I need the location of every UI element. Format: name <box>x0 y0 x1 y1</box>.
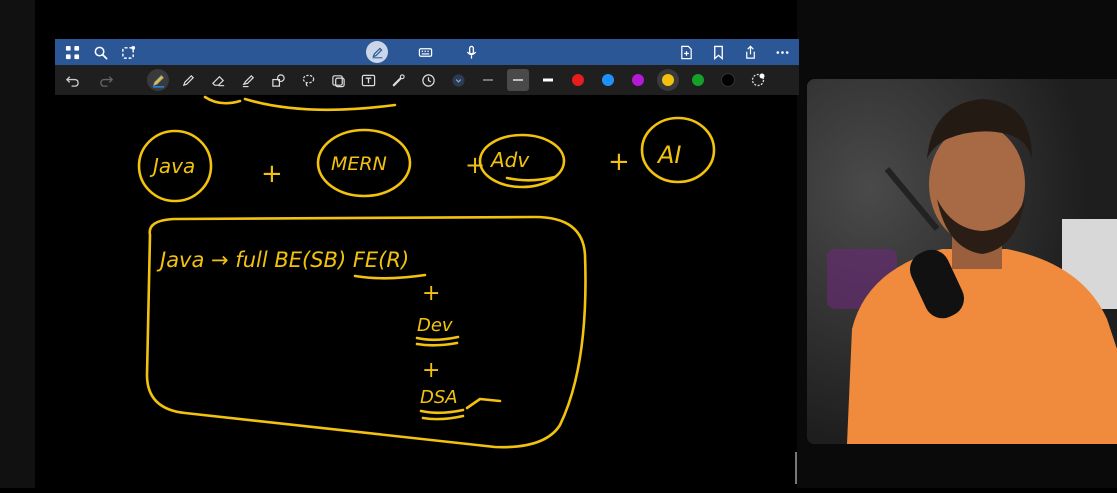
word-plus-1: + <box>261 159 283 189</box>
pencil-tool-icon[interactable] <box>177 69 199 91</box>
laser-pointer-icon[interactable] <box>387 69 409 91</box>
stroke-medium-option[interactable] <box>507 69 529 91</box>
word-mern: MERN <box>331 153 387 175</box>
ink-underline-be <box>353 273 427 280</box>
share-icon[interactable] <box>741 43 759 61</box>
ink-arc-top-left <box>203 95 242 105</box>
pen-tool-icon[interactable] <box>147 69 169 91</box>
app-top-bar <box>55 39 799 65</box>
drawing-toolbar <box>55 65 799 95</box>
bookmark-icon[interactable] <box>709 43 727 61</box>
ink-checkmark <box>465 397 502 410</box>
ink-underline-adv <box>505 175 557 182</box>
ink-underline-dev-1 <box>415 335 460 342</box>
undo-icon[interactable] <box>61 69 83 91</box>
more-icon[interactable] <box>773 43 791 61</box>
lasso-share-icon[interactable] <box>119 43 137 61</box>
box-line-text: Java → full BE(SB) FE(R) <box>156 248 409 272</box>
vertical-divider <box>795 452 797 484</box>
color-swatch-blue[interactable] <box>597 69 619 91</box>
stroke-thin-option[interactable] <box>477 69 499 91</box>
lasso-tool-icon[interactable] <box>297 69 319 91</box>
color-swatch-purple[interactable] <box>627 69 649 91</box>
timer-icon[interactable] <box>417 69 439 91</box>
pen-mode-icon[interactable] <box>366 41 388 63</box>
microphone-icon[interactable] <box>462 43 480 61</box>
sticker-tool-icon[interactable] <box>327 69 349 91</box>
ink-underline-dsa-1 <box>419 408 465 415</box>
ink-underline-dev-2 <box>415 341 459 347</box>
text-tool-icon[interactable] <box>357 69 379 91</box>
stroke-thick-option[interactable] <box>537 69 559 91</box>
eraser-tool-icon[interactable] <box>207 69 229 91</box>
grid-icon[interactable] <box>63 43 81 61</box>
stack-plus-1: + <box>422 281 440 306</box>
color-swatch-green[interactable] <box>687 69 709 91</box>
notebook-canvas[interactable]: Java + MERN + Adv + AI Java → full BE(SB… <box>55 95 799 488</box>
highlighter-tool-icon[interactable] <box>237 69 259 91</box>
word-adv: Adv <box>489 148 530 172</box>
stack-dsa: DSA <box>420 387 458 408</box>
keyboard-icon[interactable] <box>416 43 434 61</box>
word-plus-3: + <box>608 147 630 177</box>
add-page-icon[interactable] <box>677 43 695 61</box>
presenter-image <box>807 79 1117 444</box>
color-swatch-red[interactable] <box>567 69 589 91</box>
stack-dev: Dev <box>417 315 453 336</box>
presenter-webcam <box>807 79 1117 444</box>
ink-arc-top-right <box>243 97 397 112</box>
shapes-tool-icon[interactable] <box>267 69 289 91</box>
search-icon[interactable] <box>91 43 109 61</box>
ink-underline-dsa-2 <box>421 414 465 421</box>
left-edge-strip <box>0 0 35 488</box>
color-swatch-black[interactable] <box>717 69 739 91</box>
color-picker-icon[interactable] <box>747 69 769 91</box>
word-ai: AI <box>656 141 682 169</box>
color-swatch-yellow[interactable] <box>657 69 679 91</box>
word-java: Java <box>149 154 195 178</box>
stack-plus-2: + <box>422 358 440 383</box>
chevron-down-icon[interactable] <box>447 69 469 91</box>
redo-icon[interactable] <box>95 69 117 91</box>
